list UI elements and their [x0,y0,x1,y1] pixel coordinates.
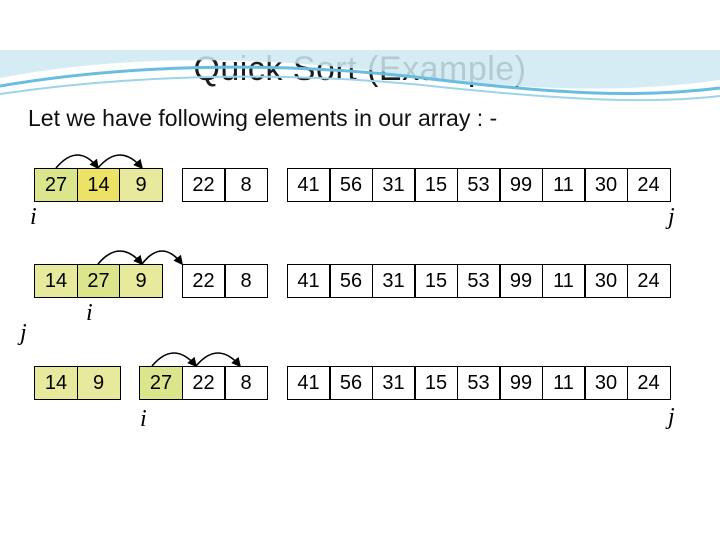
cell: 22 [182,264,226,298]
cell: 31 [372,366,416,400]
pointer-i: i [86,300,93,327]
cell: 30 [584,366,628,400]
pointer-j: j [668,204,675,231]
intro-text: Let we have following elements in our ar… [28,105,720,132]
swap-arcs-row3 [34,344,720,366]
cell: 15 [414,366,458,400]
cell: 14 [77,168,121,202]
cell: 11 [542,168,586,202]
pointer-j: j [20,320,27,347]
cell: 24 [627,366,671,400]
cell: 53 [457,264,501,298]
cell: 9 [119,168,163,202]
cell: 8 [224,366,268,400]
cell: 56 [329,366,373,400]
array-row-2: 14 27 9 22 8 41 56 31 15 53 99 11 30 24 [34,264,720,298]
cell: 15 [414,168,458,202]
cell: 15 [414,264,458,298]
cell: 9 [119,264,163,298]
cell: 14 [34,366,78,400]
pointer-j: j [668,404,675,431]
slide-title: Quick Sort (Example) [0,50,720,89]
pointer-i: i [30,204,37,231]
cell: 27 [34,168,78,202]
cell: 8 [224,168,268,202]
cell: 24 [627,264,671,298]
cell: 56 [329,168,373,202]
cell: 8 [224,264,268,298]
cell: 22 [182,366,226,400]
cell: 11 [542,264,586,298]
cell: 99 [499,168,543,202]
array-row-1: 27 14 9 22 8 41 56 31 15 53 99 11 30 24 [34,168,720,202]
cell: 22 [182,168,226,202]
cell: 53 [457,366,501,400]
cell: 9 [77,366,121,400]
cell: 30 [584,168,628,202]
cell: 31 [372,264,416,298]
cell: 41 [287,168,331,202]
pointer-i: i [140,406,147,433]
cell: 27 [77,264,121,298]
cell: 14 [34,264,78,298]
cell: 41 [287,366,331,400]
cell: 30 [584,264,628,298]
cell: 24 [627,168,671,202]
cell: 41 [287,264,331,298]
cell: 99 [499,264,543,298]
cell: 27 [139,366,183,400]
cell: 11 [542,366,586,400]
cell: 53 [457,168,501,202]
swap-arcs-row1 [34,146,720,168]
swap-arcs-row2 [34,242,720,264]
cell: 56 [329,264,373,298]
cell: 31 [372,168,416,202]
array-row-3: 14 9 27 22 8 41 56 31 15 53 99 11 30 24 [34,366,720,400]
cell: 99 [499,366,543,400]
